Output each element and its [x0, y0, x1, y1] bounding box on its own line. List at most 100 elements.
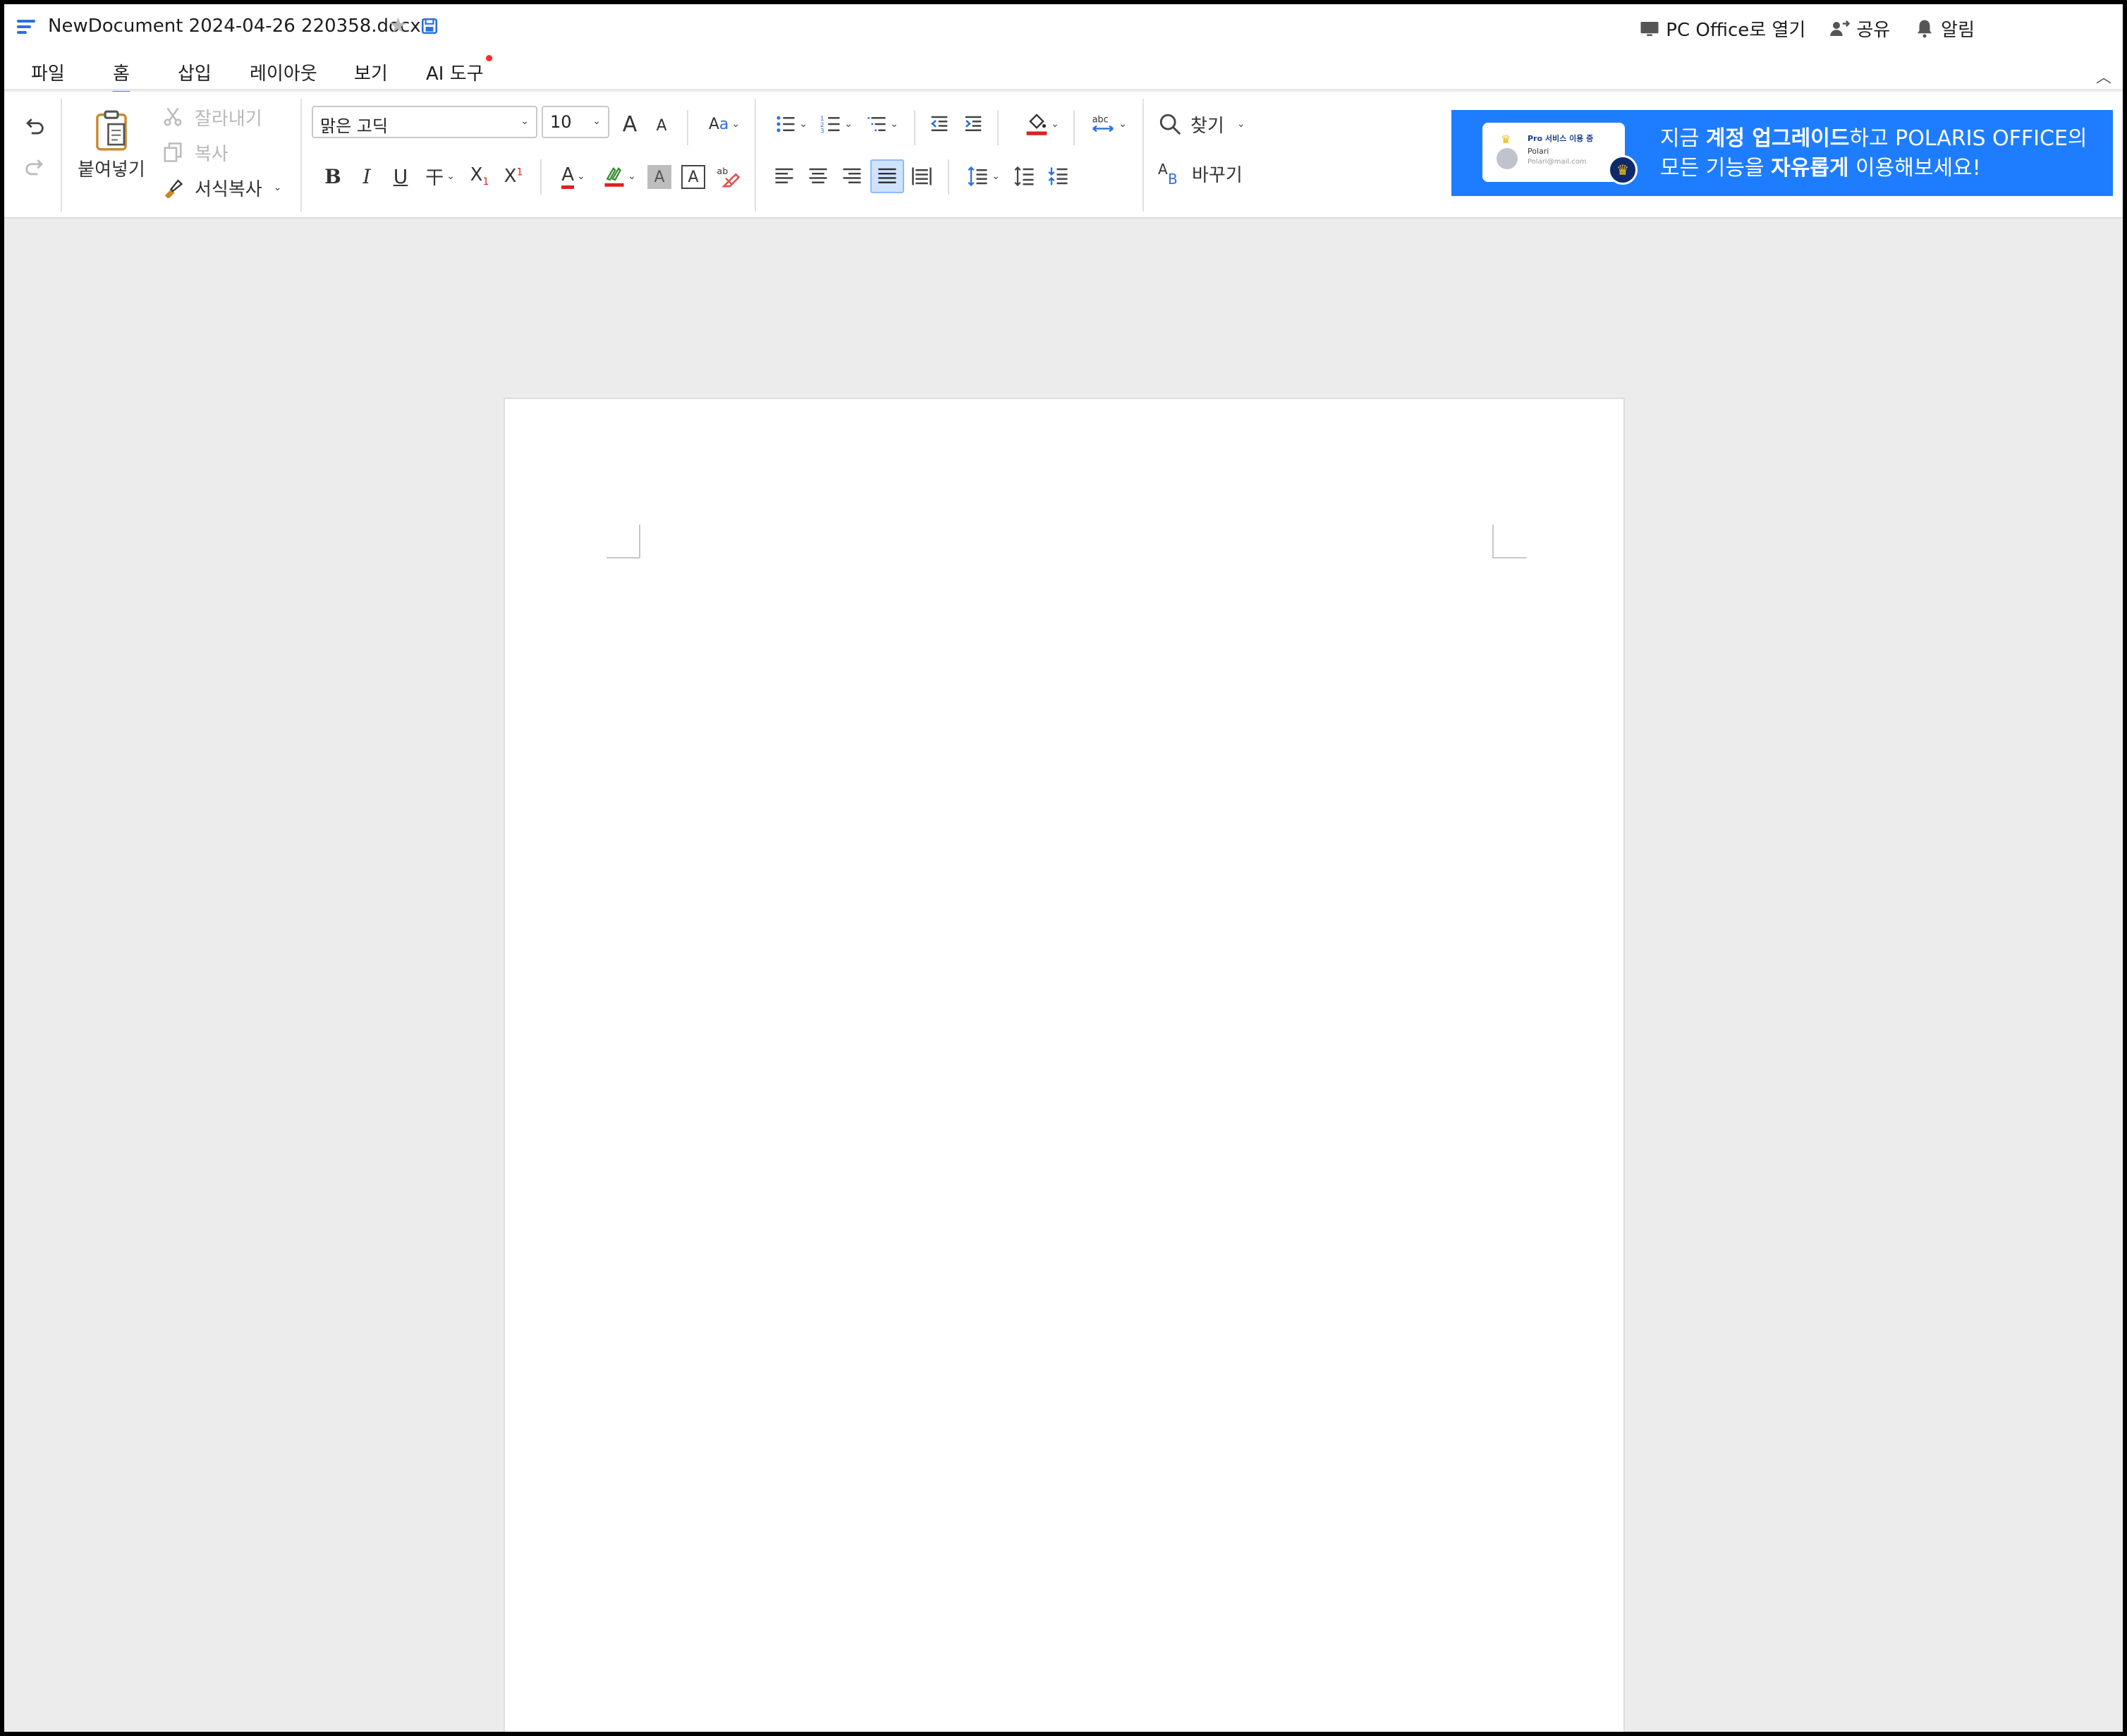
strikethrough-icon: 干 [425, 167, 444, 189]
copy-button[interactable]: 복사 [162, 138, 228, 166]
notifications-label: 알림 [1941, 20, 1975, 41]
spacing-before-icon [1014, 166, 1034, 187]
align-right-button[interactable] [838, 161, 866, 192]
replace-icon: A B [1158, 161, 1178, 188]
multilevel-list-icon [867, 117, 886, 131]
chevron-down-icon: ⌄ [890, 118, 898, 130]
tab-insert[interactable]: 삽입 [178, 59, 212, 85]
tab-view[interactable]: 보기 [354, 59, 388, 85]
scissors-icon [164, 107, 182, 126]
tab-file[interactable]: 파일 [31, 59, 65, 85]
favorite-star-icon[interactable]: ★ [389, 16, 408, 37]
grow-font-icon: A [622, 111, 638, 137]
document-title[interactable]: NewDocument 2024-04-26 220358.docx [48, 16, 421, 37]
chevron-down-icon: ⌄ [799, 118, 807, 130]
character-border-icon: A [688, 168, 699, 186]
bullet-list-icon [776, 116, 795, 133]
font-size-select[interactable]: 10 ⌄ [542, 106, 609, 138]
eraser-icon: ab [717, 166, 740, 188]
spell-check-icon: abc [1092, 114, 1114, 133]
hamburger-menu-icon[interactable] [17, 20, 35, 34]
chevron-down-icon: ⌄ [592, 116, 601, 127]
paragraph-spacing-before-button[interactable] [1010, 161, 1040, 192]
tab-ai-tools[interactable]: AI 도구 [426, 55, 492, 85]
grow-font-button[interactable]: A [616, 110, 643, 138]
distributed-align-button[interactable] [907, 161, 937, 192]
spell-check-button[interactable]: abc ⌄ [1086, 109, 1131, 140]
subscript-button[interactable]: X1 [464, 161, 495, 192]
font-color-button[interactable]: A ⌄ [551, 161, 595, 192]
align-center-icon [809, 168, 827, 183]
bell-icon [1918, 20, 1932, 37]
divider [914, 110, 915, 145]
collapse-ribbon-icon[interactable]: ︿ [2096, 65, 2111, 87]
highlight-color-button[interactable]: ⌄ [598, 161, 642, 192]
monitor-icon [1640, 21, 1659, 36]
cut-label: 잘라내기 [195, 108, 262, 130]
divider [300, 99, 302, 212]
replace-button[interactable]: A B 바꾸기 [1158, 158, 1243, 189]
bold-button[interactable]: B [319, 161, 347, 192]
increase-indent-button[interactable] [959, 110, 987, 138]
copy-icon [164, 142, 182, 162]
align-justify-button[interactable] [870, 159, 904, 193]
chevron-down-icon: ⌄ [844, 118, 853, 130]
shrink-font-button[interactable]: A [649, 113, 674, 138]
upgrade-message-line2: 모든 기능을 자유롭게 이용해보세요! [1660, 156, 1981, 181]
increase-indent-icon [965, 116, 982, 131]
font-name-select[interactable]: 맑은 고딕 ⌄ [312, 106, 537, 138]
account-preview-card: ♛ Pro 서비스 이용 중 Polari Polari@mail.com [1482, 123, 1625, 182]
title-bar: NewDocument 2024-04-26 220358.docx ★ PC … [4, 4, 2123, 49]
decrease-indent-button[interactable] [925, 110, 953, 138]
top-actions: PC Office로 열기 공유 알림 [1639, 16, 1975, 42]
ribbon-toolbar: 붙여넣기 잘라내기 복사 서식복사 ⌄ 맑은 고딕 ⌄ 10 ⌄ A A Aa [4, 92, 2123, 219]
clear-formatting-button[interactable]: ab [714, 162, 742, 190]
open-in-pc-office-button[interactable]: PC Office로 열기 [1639, 16, 1805, 42]
svg-text:ab: ab [717, 166, 728, 177]
multilevel-list-button[interactable]: ⌄ [860, 110, 904, 138]
paragraph-shading-button[interactable]: ⌄ [1021, 109, 1064, 140]
paste-button[interactable]: 붙여넣기 [72, 103, 151, 188]
find-button[interactable]: 찾기 ⌄ [1158, 109, 1245, 140]
format-painter-button[interactable]: 서식복사 ⌄ [162, 173, 281, 202]
divider [1073, 110, 1075, 145]
clipboard-icon [96, 110, 127, 150]
card-user-name: Polari [1528, 147, 1549, 156]
italic-button[interactable]: I [353, 161, 381, 192]
change-case-button[interactable]: Aa ⌄ [702, 109, 746, 140]
divider [540, 159, 542, 195]
divider [1142, 99, 1144, 212]
svg-text:abc: abc [1092, 114, 1109, 125]
superscript-button[interactable]: X1 [498, 161, 529, 192]
divider [755, 99, 756, 212]
paste-label: 붙여넣기 [78, 159, 145, 181]
undo-button[interactable] [18, 110, 51, 142]
tab-layout[interactable]: 레이아웃 [250, 59, 317, 85]
redo-button[interactable] [18, 151, 51, 183]
font-size-value: 10 [550, 112, 572, 132]
strikethrough-button[interactable]: 干 ⌄ [420, 161, 460, 192]
divider [997, 110, 999, 145]
new-badge-dot [485, 55, 492, 61]
character-shading-button[interactable]: A [647, 165, 671, 189]
numbered-list-button[interactable]: 123 ⌄ [815, 110, 858, 138]
paint-bucket-icon [1026, 114, 1047, 135]
align-left-button[interactable] [770, 161, 798, 192]
line-spacing-button[interactable]: ⌄ [962, 161, 1006, 192]
bulleted-list-button[interactable]: ⌄ [770, 110, 812, 138]
paragraph-spacing-after-button[interactable] [1044, 161, 1073, 192]
document-page[interactable] [504, 398, 1625, 1732]
underline-button[interactable]: U [386, 161, 415, 192]
replace-label: 바꾸기 [1192, 164, 1243, 186]
subscript-icon: X1 [470, 164, 489, 188]
align-center-button[interactable] [804, 161, 832, 192]
save-icon[interactable] [420, 17, 439, 35]
notifications-button[interactable]: 알림 [1914, 16, 1975, 42]
cut-button[interactable]: 잘라내기 [162, 103, 262, 131]
upgrade-banner[interactable]: ♛ Pro 서비스 이용 중 Polari Polari@mail.com ♛ … [1451, 110, 2113, 196]
redo-icon [25, 159, 43, 176]
tab-home[interactable]: 홈 [111, 59, 131, 95]
share-button[interactable]: 공유 [1829, 16, 1890, 42]
undo-icon [26, 118, 44, 135]
character-border-button[interactable]: A [681, 165, 705, 189]
